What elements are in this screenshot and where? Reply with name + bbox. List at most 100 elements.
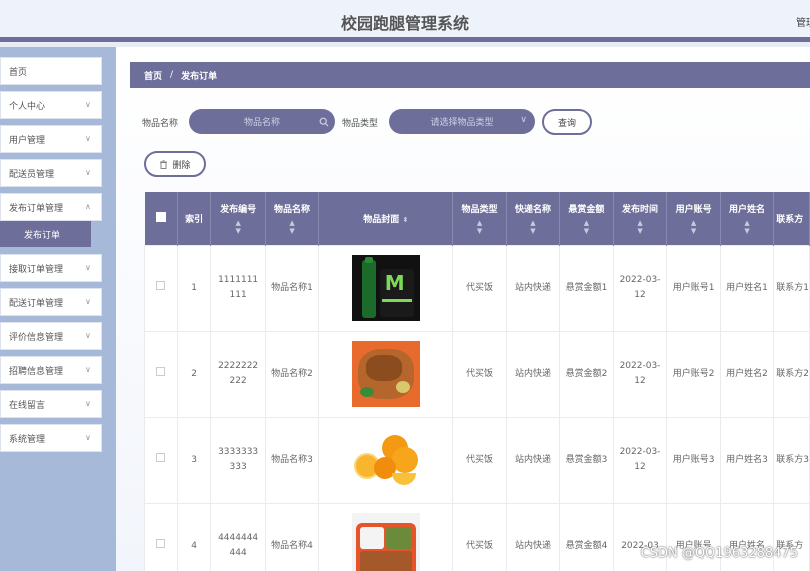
order-table: 索引 发布编号 ▲ ▼ 物品名称 ▲ ▼ 物品封面 ⬍ 物品类型 ▲ ▼ 快递名称 ▲ ▼ 悬赏…	[144, 192, 810, 571]
cell-username: 用户姓名2	[719, 330, 775, 418]
chevron-up-icon: ∧	[85, 202, 91, 211]
item-name-input[interactable]: 物品名称	[189, 109, 335, 134]
admin-menu[interactable]: 管理	[796, 14, 810, 29]
sidebar-item-label: 用户管理	[9, 135, 46, 146]
cell-number: 3333333333	[210, 416, 266, 504]
sidebar-item-online-message[interactable]: 在线留言 ∨	[0, 390, 102, 418]
col-type[interactable]: 物品类型 ▲ ▼	[452, 192, 507, 245]
sidebar-item-publish-order-management[interactable]: 发布订单管理 ∧	[0, 193, 102, 221]
chevron-down-icon: ∨	[85, 134, 91, 143]
sidebar-item-user-management[interactable]: 用户管理 ∨	[0, 125, 102, 153]
cell-type: 代买饭	[452, 330, 507, 418]
cell-name: 物品名称1	[264, 244, 320, 332]
cell-account: 用户账号2	[666, 330, 721, 418]
cell-name: 物品名称3	[264, 416, 320, 504]
cell-reward: 悬赏金额4	[559, 502, 614, 571]
sidebar-item-courier-management[interactable]: 配送员管理 ∨	[0, 159, 102, 187]
cell-cover	[318, 416, 454, 504]
item-type-select[interactable]: 请选择物品类型 ∨	[389, 109, 535, 134]
sort-icon[interactable]: ▲ ▼	[560, 219, 612, 235]
sidebar-item-label: 在线留言	[9, 400, 46, 411]
cell-index: 2	[176, 330, 212, 418]
chevron-down-icon: ∨	[85, 168, 91, 177]
sidebar-item-label: 发布订单管理	[9, 203, 64, 214]
breadcrumb: 首页 / 发布订单	[130, 62, 810, 88]
fried-chicken-image	[351, 341, 420, 407]
breadcrumb-home[interactable]: 首页	[144, 69, 162, 82]
chevron-down-icon: ∨	[85, 331, 91, 340]
sidebar: 首页 个人中心 ∨ 用户管理 ∨ 配送员管理 ∨ 发布订单管理 ∧ 发布订单 接取订单管…	[0, 47, 116, 571]
col-express[interactable]: 快递名称 ▲ ▼	[506, 192, 561, 245]
delete-button[interactable]: 删除	[144, 151, 206, 177]
sidebar-item-personal-center[interactable]: 个人中心 ∨	[0, 91, 102, 119]
sort-icon[interactable]: ▲ ▼	[721, 219, 773, 235]
table-row: 1 1111111111 物品名称1 M 代买饭 站内快递 悬赏金额1 2022…	[144, 244, 810, 332]
cell-name: 物品名称4	[264, 502, 320, 571]
col-reward[interactable]: 悬赏金额 ▲ ▼	[559, 192, 614, 245]
sort-icon[interactable]: ▲ ▼	[614, 219, 667, 235]
cell-reward: 悬赏金额3	[559, 416, 614, 504]
sidebar-item-label: 个人中心	[9, 101, 46, 112]
col-time[interactable]: 发布时间 ▲ ▼	[613, 192, 668, 245]
cell-type: 代买饭	[452, 502, 507, 571]
item-name-placeholder: 物品名称	[243, 118, 280, 128]
main-content: 首页 / 发布订单 物品名称 物品名称 物品类型 请选择物品类型 ∨ 查询 删除…	[116, 47, 810, 571]
sidebar-item-system-management[interactable]: 系统管理 ∨	[0, 424, 102, 452]
app-title: 校园跑腿管理系统	[340, 14, 469, 33]
sidebar-item-label: 接取订单管理	[9, 264, 64, 275]
cell-cover	[318, 330, 454, 418]
sidebar-item-label: 系统管理	[9, 434, 46, 445]
select-all-checkbox[interactable]	[144, 192, 178, 245]
col-contact[interactable]: 联系方	[773, 192, 810, 245]
cell-express: 站内快递	[505, 416, 561, 504]
sort-icon[interactable]: ▲ ▼	[266, 219, 318, 235]
item-type-label: 物品类型	[342, 119, 379, 129]
sort-icon[interactable]: ▲ ▼	[453, 219, 505, 235]
col-cover[interactable]: 物品封面 ⬍	[318, 192, 454, 245]
trash-icon	[160, 159, 168, 169]
bento-box-image	[351, 513, 420, 571]
query-button[interactable]: 查询	[542, 109, 592, 135]
cell-account: 用户账号3	[666, 416, 721, 504]
table-row: 3 3333333333 物品名称3 代买饭 站内快递 悬赏金额3 2022-0…	[144, 416, 810, 504]
sort-icon[interactable]: ▲ ▼	[667, 219, 719, 235]
col-account[interactable]: 用户账号 ▲ ▼	[666, 192, 721, 245]
sidebar-item-accept-order-management[interactable]: 接取订单管理 ∨	[0, 254, 102, 282]
cell-reward: 悬赏金额2	[559, 330, 614, 418]
item-name-label: 物品名称	[142, 119, 179, 129]
cell-number: 2222222222	[210, 330, 266, 418]
row-checkbox[interactable]	[144, 416, 178, 504]
chevron-down-icon: ∨	[85, 297, 91, 306]
table-header-row: 索引 发布编号 ▲ ▼ 物品名称 ▲ ▼ 物品封面 ⬍ 物品类型 ▲ ▼ 快递名称 ▲ ▼ 悬赏…	[144, 192, 810, 245]
row-checkbox[interactable]	[144, 330, 178, 418]
row-checkbox[interactable]	[144, 244, 178, 332]
cell-index: 4	[176, 502, 212, 571]
sidebar-item-review-management[interactable]: 评价信息管理 ∨	[0, 322, 102, 350]
watermark: CSDN @QQ1963288475	[640, 546, 798, 561]
cell-time: 2022-03-12	[612, 244, 668, 332]
cell-cover: M	[318, 244, 454, 332]
col-name[interactable]: 物品名称 ▲ ▼	[265, 192, 320, 245]
sort-icon[interactable]: ▲ ▼	[507, 219, 559, 235]
cell-number: 1111111111	[210, 244, 266, 332]
row-checkbox[interactable]	[144, 502, 178, 571]
cell-express: 站内快递	[505, 244, 561, 332]
monster-can-image: M	[351, 255, 420, 321]
sidebar-item-recruitment-management[interactable]: 招聘信息管理 ∨	[0, 356, 102, 384]
col-username[interactable]: 用户姓名 ▲ ▼	[720, 192, 775, 245]
cell-express: 站内快递	[505, 502, 561, 571]
cell-time: 2022-03-12	[612, 416, 668, 504]
cell-name: 物品名称2	[264, 330, 320, 418]
sort-icon[interactable]: ▲ ▼	[211, 219, 264, 235]
col-number[interactable]: 发布编号 ▲ ▼	[210, 192, 266, 245]
sidebar-item-home[interactable]: 首页	[0, 57, 102, 85]
sort-icon[interactable]: ⬍	[402, 216, 408, 224]
top-bar: 校园跑腿管理系统 管理	[0, 0, 810, 42]
cell-contact: 联系方3	[773, 416, 810, 504]
chevron-down-icon: ∨	[85, 433, 91, 442]
sidebar-subitem-publish-order[interactable]: 发布订单	[0, 221, 91, 247]
sidebar-item-delivery-order-management[interactable]: 配送订单管理 ∨	[0, 288, 102, 316]
search-icon	[319, 117, 329, 127]
sidebar-item-label: 招聘信息管理	[9, 366, 64, 377]
col-index: 索引	[177, 192, 212, 245]
